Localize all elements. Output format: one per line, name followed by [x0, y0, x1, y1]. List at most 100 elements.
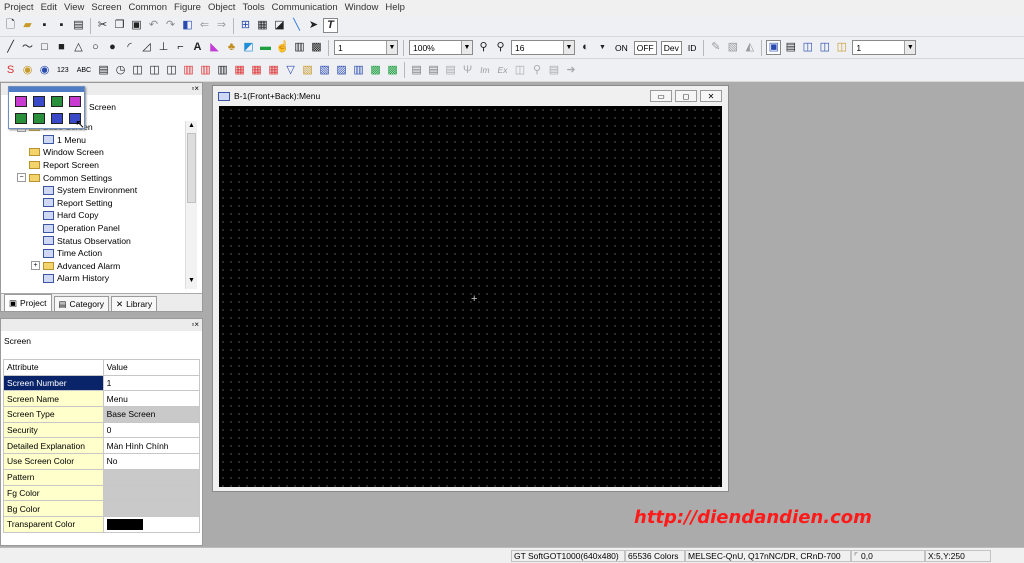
- screen-icon[interactable]: [69, 96, 81, 107]
- screen-icon[interactable]: [33, 96, 45, 107]
- menu-edit[interactable]: Edit: [41, 2, 57, 13]
- piping-icon[interactable]: ⌐: [173, 40, 188, 55]
- screen-icon[interactable]: [33, 113, 45, 124]
- ex-button[interactable]: Ex: [496, 64, 510, 76]
- save-as-icon[interactable]: ▪: [54, 18, 69, 33]
- zoom-combo[interactable]: 100% ▼: [409, 40, 473, 55]
- forward-icon[interactable]: ⇒: [214, 18, 229, 33]
- paste-icon[interactable]: ▣: [129, 18, 144, 33]
- color-icon[interactable]: ◐: [578, 40, 593, 55]
- rectangle-icon[interactable]: □: [37, 40, 52, 55]
- search-icon[interactable]: ⚲: [529, 63, 544, 78]
- collapse-icon[interactable]: −: [17, 173, 26, 183]
- close-icon[interactable]: ▫×: [191, 84, 199, 93]
- project-tree-scrollbar[interactable]: ▲ ▼: [185, 121, 197, 289]
- paint-icon[interactable]: ◣: [207, 40, 222, 55]
- save-icon[interactable]: ▪: [37, 18, 52, 33]
- bmp-icon[interactable]: ◩: [241, 40, 256, 55]
- polyline-icon[interactable]: 〜: [20, 40, 35, 55]
- menu-tools[interactable]: Tools: [242, 2, 264, 13]
- on-state-button[interactable]: ON: [613, 42, 630, 54]
- screen-icon[interactable]: [51, 113, 63, 124]
- sector-icon[interactable]: ◿: [139, 40, 154, 55]
- tree-item[interactable]: Window Screen: [3, 146, 185, 159]
- zoom-out-icon[interactable]: ⚲: [493, 40, 508, 55]
- screen-icon[interactable]: [51, 96, 63, 107]
- im-button[interactable]: Im: [478, 64, 491, 76]
- circle-icon[interactable]: ○: [88, 40, 103, 55]
- tab-category[interactable]: ▤ Category: [53, 296, 110, 311]
- screen-image-icon[interactable]: ▬: [258, 40, 273, 55]
- property-row[interactable]: Bg Color: [3, 500, 201, 517]
- menu-figure[interactable]: Figure: [174, 2, 201, 13]
- panel-meter-icon[interactable]: ▦: [266, 63, 281, 78]
- property-value-screen-name[interactable]: Menu: [102, 390, 201, 408]
- tab-project[interactable]: ▣ Project: [4, 294, 52, 311]
- screen-canvas[interactable]: +: [219, 106, 722, 487]
- chevron-down-icon[interactable]: ▼: [461, 41, 472, 54]
- slider-icon[interactable]: ▽: [283, 63, 298, 78]
- transparent-color-swatch[interactable]: [106, 518, 143, 530]
- dxf-icon[interactable]: ▥: [292, 40, 307, 55]
- memo-icon[interactable]: ▩: [368, 63, 383, 78]
- tree-item[interactable]: System Environment: [3, 184, 185, 197]
- undo-icon[interactable]: ↶: [146, 18, 161, 33]
- comment-icon[interactable]: ▤: [96, 63, 111, 78]
- close-button[interactable]: ✕: [700, 90, 722, 102]
- ascii-display-icon[interactable]: ABC: [75, 66, 93, 75]
- line-width-combo[interactable]: 1 ▼: [334, 40, 398, 55]
- menu-view[interactable]: View: [64, 2, 84, 13]
- property-row[interactable]: Detailed Explanation Màn Hình Chính: [3, 437, 201, 455]
- menu-communication[interactable]: Communication: [272, 2, 338, 13]
- tree-item[interactable]: 1 Menu: [3, 134, 185, 147]
- minimize-button[interactable]: ▭: [650, 90, 672, 102]
- tree-item[interactable]: − Common Settings: [3, 171, 185, 184]
- touch-icon[interactable]: ☝: [275, 40, 290, 55]
- property-row[interactable]: Security 0: [3, 421, 201, 439]
- convert-icon[interactable]: ◫: [512, 63, 527, 78]
- chevron-down-icon[interactable]: ▼: [386, 41, 397, 54]
- parts-icon[interactable]: ◫: [130, 63, 145, 78]
- property-panel-titlebar[interactable]: ▫×: [1, 319, 202, 331]
- list-icon[interactable]: ▤: [546, 63, 561, 78]
- line-tool-icon[interactable]: ╲: [289, 18, 304, 33]
- copy-icon[interactable]: ❐: [112, 18, 127, 33]
- zoom-in-icon[interactable]: ⚲: [476, 40, 491, 55]
- new-file-icon[interactable]: 🗋: [3, 18, 18, 33]
- scroll-down-icon[interactable]: ▼: [187, 277, 196, 287]
- layer-both-icon[interactable]: ◫: [834, 40, 849, 55]
- fill-color-icon[interactable]: ◭: [742, 40, 757, 55]
- line-icon[interactable]: ╱: [3, 40, 18, 55]
- play-icon[interactable]: ➜: [563, 63, 578, 78]
- chart-icon[interactable]: ▨: [334, 63, 349, 78]
- scatter-icon[interactable]: ▦: [232, 63, 247, 78]
- menu-screen[interactable]: Screen: [91, 2, 121, 13]
- tree-item[interactable]: Alarm History: [3, 272, 185, 285]
- screen-icon[interactable]: [15, 113, 27, 124]
- menu-project[interactable]: Project: [4, 2, 34, 13]
- alarm-icon[interactable]: ◫: [147, 63, 162, 78]
- filled-rectangle-icon[interactable]: ■: [54, 40, 69, 55]
- image-icon[interactable]: ▩: [309, 40, 324, 55]
- arc-icon[interactable]: ◜: [122, 40, 137, 55]
- property-value-security[interactable]: 0: [102, 421, 201, 439]
- screen-icon[interactable]: [15, 96, 27, 107]
- numeric-display-icon[interactable]: ◉: [37, 63, 52, 78]
- tree-item[interactable]: + Advanced Alarm: [3, 260, 185, 273]
- layer-back-icon[interactable]: ◫: [817, 40, 832, 55]
- device-list-icon[interactable]: ▤: [426, 63, 441, 78]
- filled-circle-icon[interactable]: ●: [105, 40, 120, 55]
- redo-icon[interactable]: ↷: [163, 18, 178, 33]
- scale-icon[interactable]: ⊥: [156, 40, 171, 55]
- statistics-icon[interactable]: ▥: [215, 63, 230, 78]
- tab-library[interactable]: ✕ Library: [111, 296, 158, 311]
- switch-icon[interactable]: S: [3, 63, 18, 78]
- tile-windows-icon[interactable]: ⊞: [238, 18, 253, 33]
- tree-item[interactable]: Report Setting: [3, 197, 185, 210]
- monitor-icon[interactable]: Ψ: [460, 63, 475, 78]
- maximize-button[interactable]: ◻: [675, 90, 697, 102]
- chevron-down-icon[interactable]: ▼: [563, 41, 574, 54]
- tree-item[interactable]: Hard Copy: [3, 209, 185, 222]
- grid-display-icon[interactable]: ▣: [766, 40, 782, 55]
- select-arrow-icon[interactable]: ➤: [306, 18, 321, 33]
